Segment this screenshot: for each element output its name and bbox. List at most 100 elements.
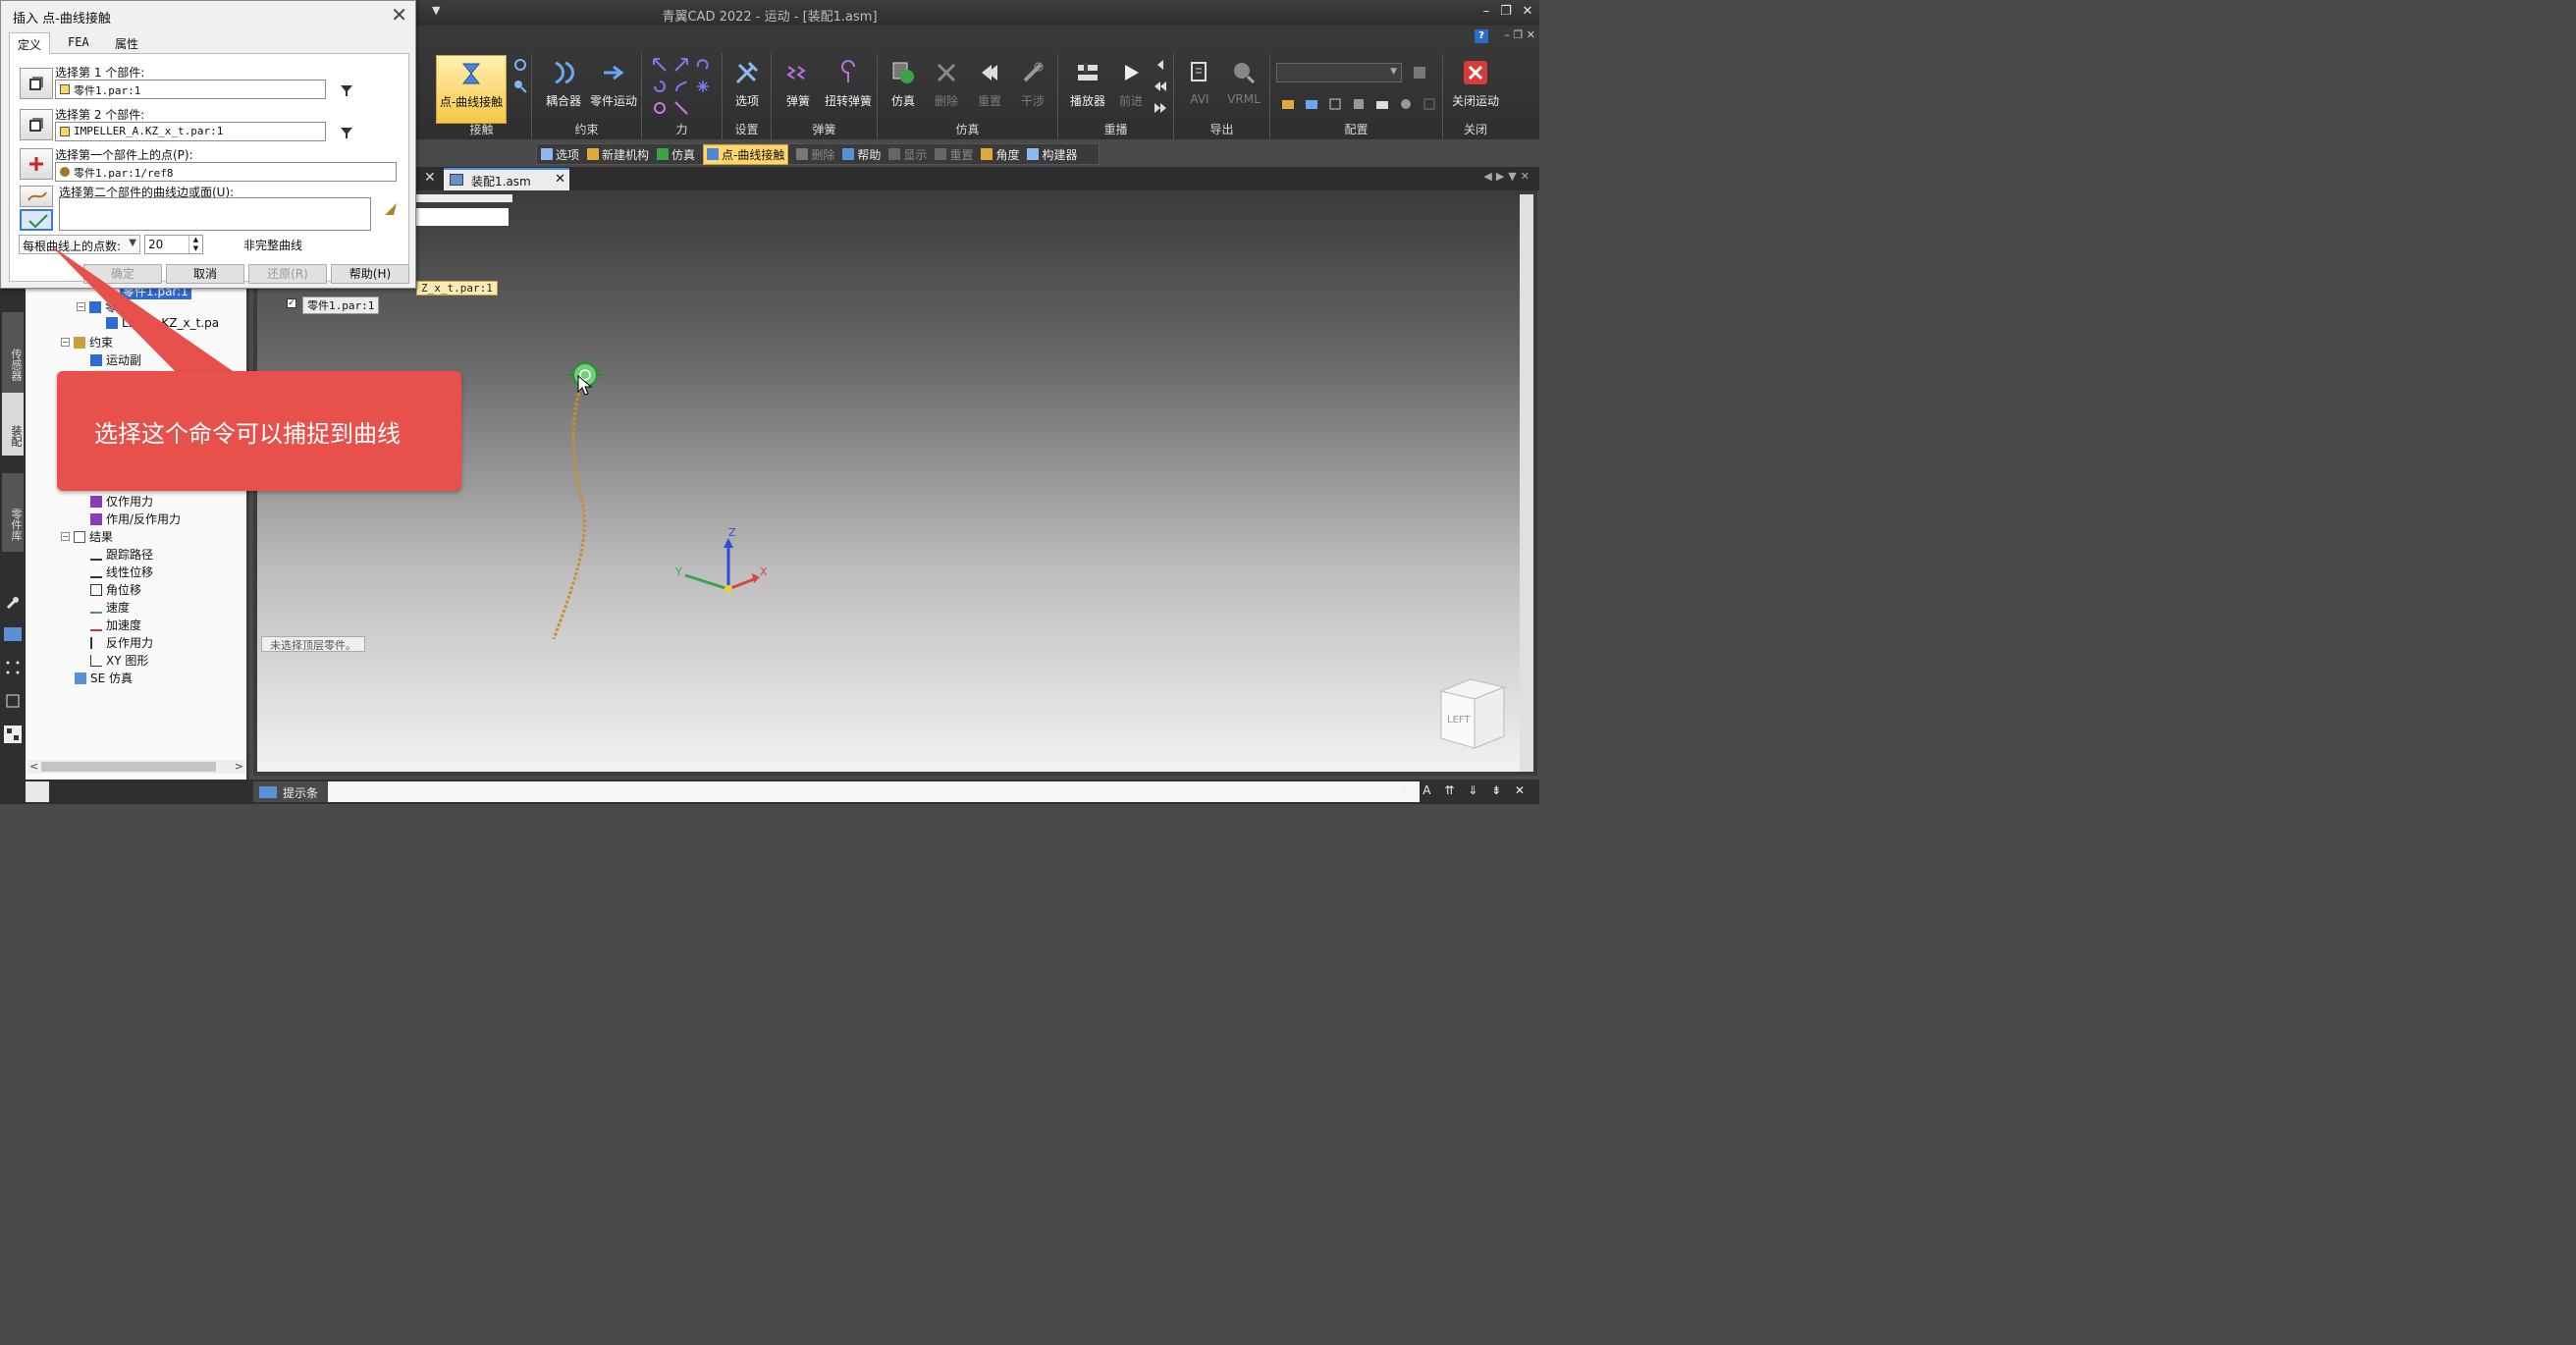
tree-item-action-reaction-force[interactable]: 作用/反作用力 (90, 511, 181, 527)
cmdbar-point-curve-contact[interactable]: 点-曲线接触 (703, 143, 789, 165)
close-tab-icon[interactable]: ✕ (555, 172, 565, 187)
collapse-icon[interactable]: − (77, 302, 85, 311)
part-motion-button[interactable]: 零件运动 (587, 55, 640, 109)
avi-button[interactable]: AVI (1178, 55, 1221, 106)
rewind-icon[interactable] (1153, 79, 1168, 94)
config-icon-3[interactable] (1327, 96, 1343, 112)
interference-button[interactable]: 干涉 (1011, 55, 1054, 109)
tree-item-action-only-force[interactable]: 仅作用力 (90, 493, 153, 510)
stepper-down-icon[interactable]: ▼ (188, 244, 202, 253)
tab-properties[interactable]: 属性 (107, 32, 146, 54)
dialog-close-icon[interactable]: ✕ (391, 3, 407, 27)
config-icon-4[interactable] (1351, 96, 1367, 112)
close-icon[interactable]: ✕ (424, 170, 436, 186)
forward-button[interactable]: 前进 (1113, 55, 1149, 109)
viewport-vertical-scrollbar[interactable] (1520, 194, 1533, 772)
collapse-icon[interactable]: − (61, 338, 70, 347)
config-select[interactable]: ▼ (1276, 63, 1402, 82)
ok-button[interactable]: 确定 (83, 264, 162, 284)
config-icon-7[interactable] (1422, 96, 1437, 112)
config-save-icon[interactable] (1412, 65, 1427, 81)
force-curve-icon[interactable] (673, 79, 689, 94)
checkbox-part1[interactable]: ✓ (287, 298, 296, 308)
torque-icon[interactable] (695, 57, 711, 73)
force-diag-icon[interactable] (673, 100, 689, 116)
delete-button[interactable]: 删除 (925, 55, 968, 109)
prompt-field[interactable] (328, 781, 1420, 802)
coupler-button[interactable]: 耦合器 (540, 55, 587, 109)
cmdbar-help[interactable]: 帮助 (842, 146, 881, 163)
tree-item-parts[interactable]: − 零件 (77, 298, 129, 315)
options-button[interactable]: 选项 (724, 55, 770, 109)
tree-item-joints[interactable]: 运动副 (90, 351, 141, 368)
scroll-thumb[interactable] (41, 762, 216, 772)
points-per-curve-dropdown[interactable]: 每根曲线上的点数: ▼ (19, 235, 140, 254)
tab-navigation[interactable]: ◀▶▼✕ (1483, 170, 1533, 183)
step2-part-field[interactable]: IMPELLER_A.KZ_x_t.par:1 (55, 122, 326, 141)
step1-part-field[interactable]: 零件1.par:1 (55, 80, 326, 99)
reset-button[interactable]: 重置 (968, 55, 1011, 109)
select-part2-step-button[interactable] (20, 109, 53, 140)
collapse-icon[interactable]: − (61, 532, 70, 541)
gravity-icon[interactable] (695, 79, 711, 94)
restore-button[interactable]: 还原(R) (248, 264, 327, 284)
dots-icon[interactable] (5, 660, 21, 675)
force-rotate-icon[interactable] (652, 79, 668, 94)
qr-icon[interactable] (3, 725, 23, 744)
tree-item-angular-displacement[interactable]: 角位移 (90, 581, 141, 598)
cmdbar-delete[interactable]: 删除 (796, 146, 834, 163)
contact-small-icon-2[interactable] (512, 79, 528, 94)
contact-small-icon[interactable] (512, 57, 528, 73)
step-back-icon[interactable] (1153, 57, 1168, 73)
tab-fea[interactable]: FEA (60, 32, 97, 54)
tree-item-acceleration[interactable]: 加速度 (90, 617, 141, 633)
spring-button[interactable]: 弹簧 (776, 55, 821, 109)
vrml-button[interactable]: VRML (1221, 55, 1266, 106)
help-icon[interactable]: ? (1475, 29, 1488, 43)
scroll-right-icon[interactable]: > (235, 760, 243, 773)
tree-item-reaction-force[interactable]: 反作用力 (90, 634, 153, 651)
force-arrow-icon[interactable] (652, 57, 668, 73)
minimize-icon[interactable]: – (1476, 2, 1496, 22)
config-icon-1[interactable] (1280, 96, 1296, 112)
point-curve-contact-button[interactable]: 点-曲线接触 (436, 55, 507, 124)
config-icon-2[interactable] (1304, 96, 1319, 112)
tree-item-linear-displacement[interactable]: 线性位移 (90, 564, 153, 580)
tree-item-part1[interactable]: 零件1.par:1 (120, 289, 191, 299)
cmdbar-angle[interactable]: 角度 (981, 146, 1019, 163)
tree-item-velocity[interactable]: 速度 (90, 599, 130, 616)
points-per-curve-stepper[interactable]: 20 ▲ ▼ (144, 235, 203, 254)
tree-item-trace-path[interactable]: 跟踪路径 (90, 546, 153, 563)
filter-funnel-icon[interactable] (340, 83, 353, 97)
select-part1-step-button[interactable] (20, 68, 53, 99)
status-icon[interactable] (26, 781, 49, 802)
select-point-step-button[interactable] (20, 148, 53, 180)
cmdbar-display[interactable]: 显示 (888, 146, 927, 163)
cmdbar-builder[interactable]: 构建器 (1027, 146, 1077, 163)
restore-icon[interactable]: ❐ (1496, 2, 1516, 22)
close-icon[interactable]: ✕ (1518, 2, 1537, 22)
point-field[interactable]: 零件1.par:1/ref8 (55, 162, 397, 182)
layers-icon[interactable] (5, 693, 21, 709)
tree-horizontal-scrollbar[interactable]: < > (27, 760, 245, 774)
tab-assembly-pathfinder[interactable]: 装配 (2, 393, 24, 456)
stepper-up-icon[interactable]: ▲ (188, 236, 202, 244)
tree-item-se-simulation[interactable]: SE 仿真 (75, 670, 133, 686)
cmdbar-reset[interactable]: 重置 (935, 146, 973, 163)
part-label-impeller[interactable]: Z_x_t.par:1 (416, 281, 498, 296)
camera-icon[interactable] (1374, 96, 1390, 112)
tab-sensors[interactable]: 传感器 (2, 312, 24, 393)
curve-step-button-1[interactable] (20, 186, 53, 207)
cmdbar-options[interactable]: 选项 (541, 146, 579, 163)
damper-icon[interactable] (652, 100, 668, 116)
tree-item-xy-graph[interactable]: XY 图形 (90, 652, 148, 669)
config-icon-6[interactable] (1398, 96, 1414, 112)
tab-parts-library[interactable]: 零件库 (2, 473, 24, 552)
help-button[interactable]: 帮助(H) (331, 264, 409, 284)
help-panel-icon[interactable] (3, 626, 23, 642)
document-window-controls[interactable]: – ❐ ✕ (1504, 28, 1535, 41)
scroll-left-icon[interactable]: < (29, 760, 38, 773)
tree-item-constraints[interactable]: − 约束 (61, 334, 113, 350)
cmdbar-simulate[interactable]: 仿真 (657, 146, 695, 163)
curve-pick-icon[interactable] (383, 201, 399, 217)
